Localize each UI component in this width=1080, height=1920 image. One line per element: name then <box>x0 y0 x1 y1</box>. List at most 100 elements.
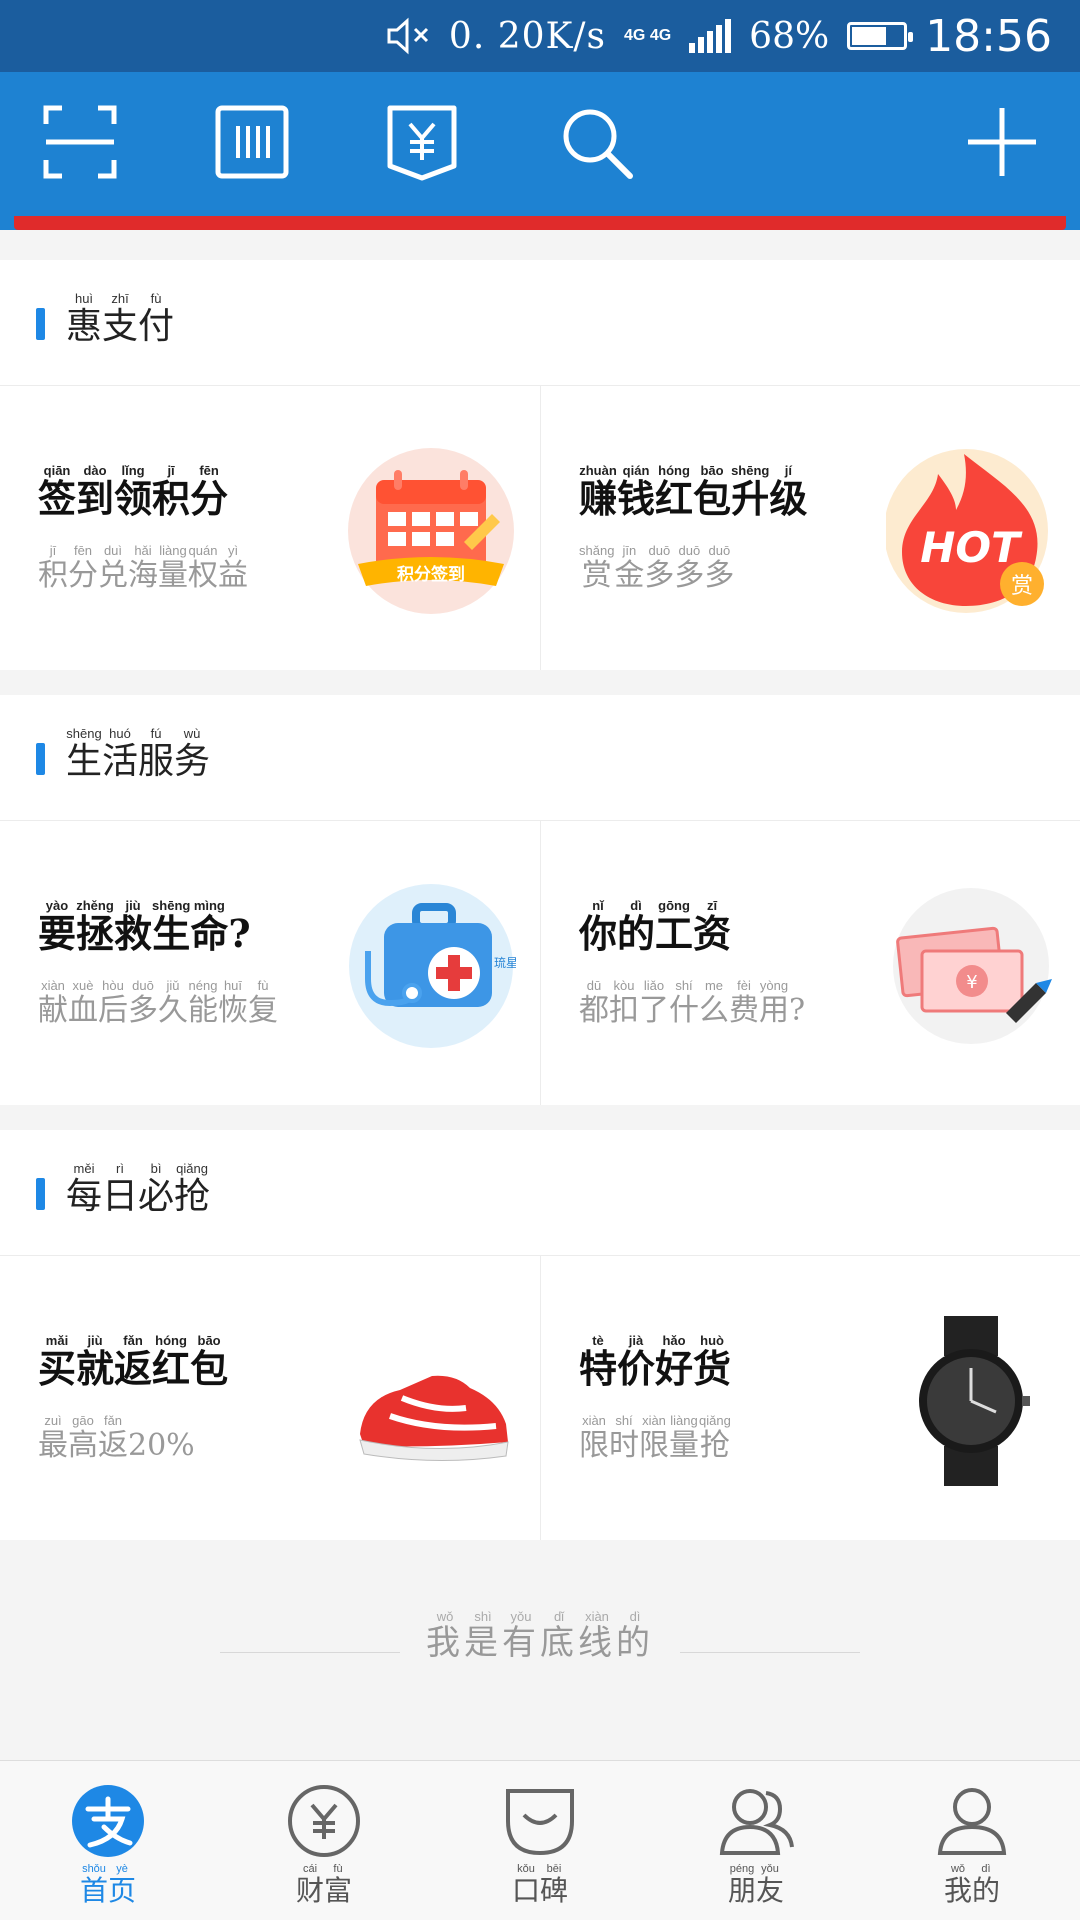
ruby-char: ? <box>228 911 251 956</box>
wealth-yen-icon <box>288 1785 360 1857</box>
ruby-char: 的dì <box>617 898 656 956</box>
ruby-char: ? <box>789 993 806 1028</box>
search-icon[interactable] <box>556 102 636 182</box>
card-your-salary[interactable]: 你nǐ的dì工gōng资zī 都dū扣kòu了liǎo什shí么me费fèi用y… <box>540 821 1080 1105</box>
section-hui-zhifu: 惠huì支zhī付fù 签qiān到dào领lǐng积jī分fēn 积jī分fē… <box>0 260 1080 670</box>
card-title: 赚zhuàn钱qián红hóng包bāo升shēng级jí <box>579 463 808 522</box>
ruby-char: 活huó <box>102 726 139 782</box>
ruby-char: 抢qiǎng <box>699 1413 731 1463</box>
section-title: 惠huì支zhī付fù <box>66 291 174 349</box>
nav-wealth[interactable]: 财cái富fù <box>216 1761 432 1920</box>
signal-icon <box>689 19 732 53</box>
nav-label: 口kǒu碑bēi <box>512 1863 568 1909</box>
ruby-char: 红hóng <box>655 463 694 521</box>
ruby-char: 是shì <box>464 1609 502 1663</box>
ruby-char: 久jiǔ <box>158 978 188 1028</box>
banner-strip[interactable] <box>0 216 1080 230</box>
red-sneaker-image <box>359 1375 509 1462</box>
section-header: 每měi日rì必bì抢qiǎng <box>0 1130 1080 1256</box>
svg-text:¥: ¥ <box>966 972 977 993</box>
ruby-char: 每měi <box>66 1161 103 1217</box>
section-daily-deals: 每měi日rì必bì抢qiǎng 买mǎi就jiù返fǎn红hóng包bāo 最… <box>0 1130 1080 1540</box>
ruby-char: 量liàng <box>669 1413 699 1463</box>
ruby-char: 限xiàn <box>579 1413 609 1463</box>
ruby-char: 首shǒu <box>79 1863 108 1907</box>
ruby-char: 时shí <box>609 1413 639 1463</box>
divider-left <box>220 1652 400 1653</box>
card-subtitle: 赏shǎng金jīn多duō多duō多duō <box>579 543 735 594</box>
ruby-char: 拯zhěng <box>76 898 115 956</box>
ruby-char: 服fú <box>138 726 175 782</box>
barcode-pay-icon[interactable] <box>212 102 292 182</box>
scan-icon[interactable] <box>40 102 120 182</box>
friends-icon <box>719 1789 794 1855</box>
bill-icon[interactable] <box>382 102 462 182</box>
ruby-char: 碑bēi <box>540 1863 569 1907</box>
ruby-char: 务wù <box>174 726 211 782</box>
ruby-char: 友yǒu <box>756 1863 785 1907</box>
ruby-char: 有yǒu <box>502 1609 540 1663</box>
ruby-char: 特tè <box>579 1333 618 1391</box>
ruby-char: 口kǒu <box>511 1863 540 1907</box>
ruby-char: 资zī <box>693 898 732 956</box>
status-bar: 0. 20K/s 4G 4G 68% 18:56 <box>0 0 1080 72</box>
nav-koubei[interactable]: 口kǒu碑bēi <box>432 1761 648 1920</box>
nav-label: 财cái富fù <box>296 1863 352 1909</box>
card-earn-red-packet[interactable]: 赚zhuàn钱qián红hóng包bāo升shēng级jí 赏shǎng金jīn… <box>540 386 1080 670</box>
plus-icon[interactable] <box>962 102 1042 182</box>
section-title: 每měi日rì必bì抢qiǎng <box>66 1161 211 1219</box>
ruby-char: 级jí <box>769 463 808 521</box>
ruby-char: 领lǐng <box>114 463 153 521</box>
ruby-char: 多duō <box>704 543 735 593</box>
net-speed: 0. 20K/s <box>448 15 607 57</box>
ruby-char: 金jīn <box>614 543 645 593</box>
card-subtitle: 都dū扣kòu了liǎo什shí么me费fèi用yòng? <box>579 978 806 1029</box>
ruby-char: 恢huī <box>218 978 248 1028</box>
ruby-char: 用yòng <box>759 978 789 1028</box>
section-header: 生shēng活huó服fú务wù <box>0 695 1080 821</box>
battery-percent: 68% <box>749 15 830 57</box>
card-buy-get-red-packet[interactable]: 买mǎi就jiù返fǎn红hóng包bāo 最zuì高gāo返fǎn20% <box>0 1256 540 1540</box>
ruby-char: 惠huì <box>66 291 103 347</box>
nav-friends[interactable]: 朋péng友yǒu <box>648 1761 864 1920</box>
ruby-char: 的dì <box>972 1863 1001 1907</box>
ruby-char: 货huò <box>693 1333 732 1391</box>
ruby-char: 限xiàn <box>639 1413 669 1463</box>
section-accent-bar <box>36 743 45 775</box>
nav-label: 我wǒ的dì <box>944 1863 1000 1909</box>
ruby-char: 多duō <box>128 978 158 1028</box>
network-type: 4G 4G <box>624 27 672 44</box>
ruby-char: 钱qián <box>617 463 656 521</box>
card-save-life[interactable]: 要yào拯zhěng救jiù生shēng命mìng? 献xiàn血xuè后hòu… <box>0 821 540 1105</box>
card-subtitle: 积jī分fēn兑duì海hǎi量liàng权quán益yì <box>38 543 248 594</box>
ruby-char: 扣kòu <box>609 978 639 1028</box>
ruby-char: 多duō <box>644 543 675 593</box>
ruby-char: 就jiù <box>76 1333 115 1391</box>
ruby-char: 费fèi <box>729 978 759 1028</box>
ruby-char: 返fǎn <box>98 1413 128 1463</box>
card-sign-in-points[interactable]: 签qiān到dào领lǐng积jī分fēn 积jī分fēn兑duì海hǎi量li… <box>0 386 540 670</box>
ruby-char: 献xiàn <box>38 978 68 1028</box>
ruby-char: 后hòu <box>98 978 128 1028</box>
battery-icon <box>847 22 914 50</box>
koubei-icon <box>506 1789 574 1856</box>
ruby-char: 复fù <box>248 978 278 1028</box>
ruby-char: 权quán <box>188 543 218 593</box>
nav-home[interactable]: 首shǒu页yè <box>0 1761 216 1920</box>
ruby-char: 赚zhuàn <box>579 463 618 521</box>
section-title: 生shēng活huó服fú务wù <box>66 726 211 784</box>
ruby-char: 救jiù <box>114 898 153 956</box>
section-accent-bar <box>36 1178 45 1210</box>
ruby-char: 的dì <box>616 1609 654 1663</box>
ruby-char: 我wǒ <box>426 1609 464 1663</box>
card-special-goods[interactable]: 特tè价jià好hǎo货huò 限xiàn时shí限xiàn量liàng抢qiǎ… <box>540 1256 1080 1540</box>
ruby-char: 你nǐ <box>579 898 618 956</box>
nav-me[interactable]: 我wǒ的dì <box>864 1761 1080 1920</box>
ruby-char: 20% <box>128 1428 195 1463</box>
ruby-char: 生shēng <box>152 898 191 956</box>
card-subtitle: 献xiàn血xuè后hòu多duō久jiǔ能néng恢huī复fù <box>38 978 278 1029</box>
footer-slogan: 我wǒ是shì有yǒu底dǐ线xiàn的dì <box>0 1609 1080 1664</box>
reward-badge-text: 赏 <box>1011 574 1033 599</box>
nav-label: 朋péng友yǒu <box>728 1863 784 1909</box>
ruby-char: 抢qiǎng <box>174 1161 211 1217</box>
